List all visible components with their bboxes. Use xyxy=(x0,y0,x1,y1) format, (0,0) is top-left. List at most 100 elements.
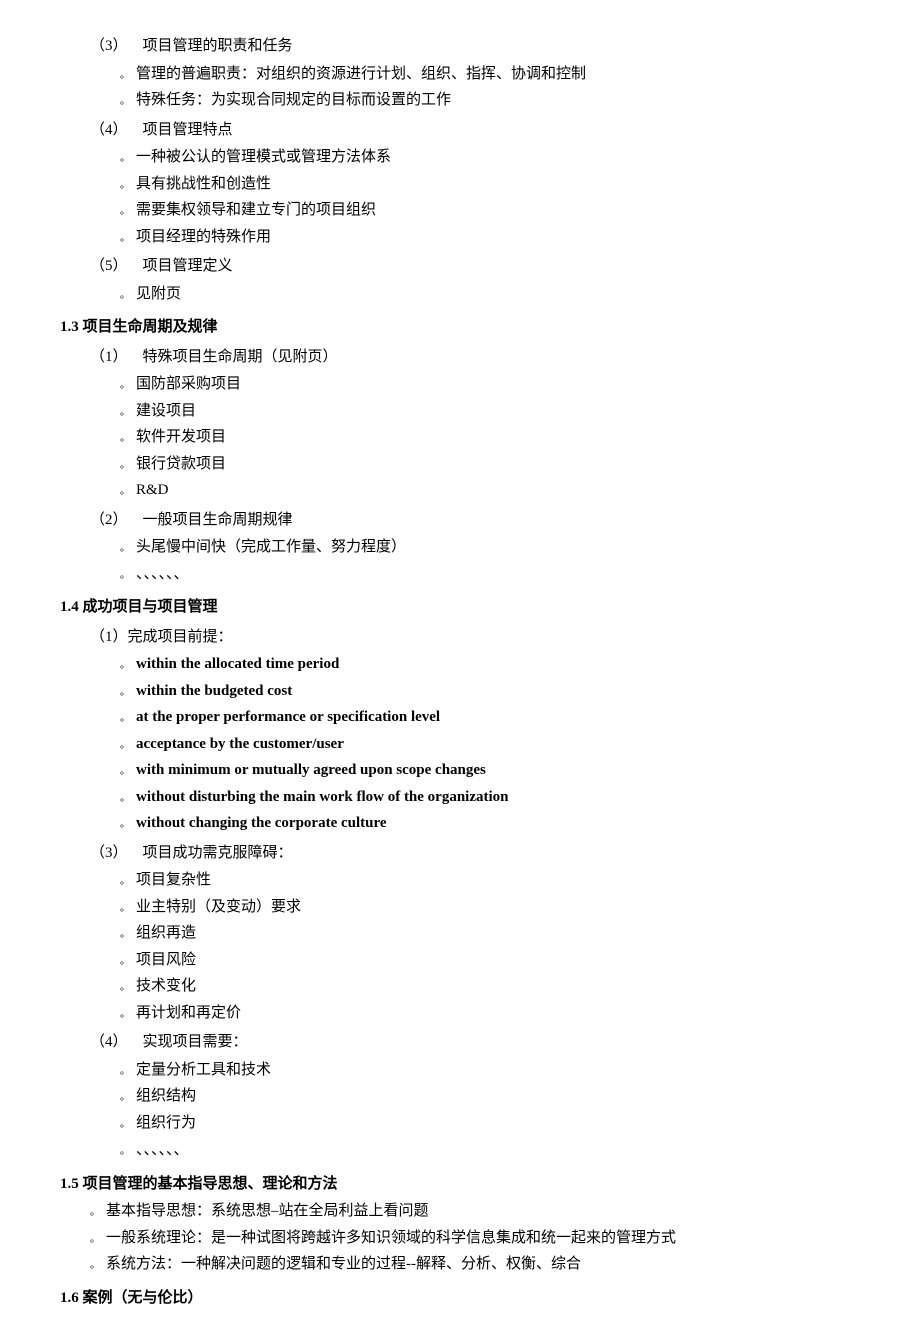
bullet-icon: 。 xyxy=(90,1231,100,1248)
section-1-5-item-1: 。 基本指导思想：系统思想–站在全局利益上看问题 xyxy=(90,1199,870,1225)
section-3-item-2-text: 特殊任务：为实现合同规定的目标而设置的工作 xyxy=(136,88,870,114)
section-4-title: 项目管理特点 xyxy=(143,122,233,138)
section-1-4-sub3-title: 项目成功需克服障碍： xyxy=(143,845,293,861)
section-1-3-sub1-heading: （1） 特殊项目生命周期（见附页） xyxy=(90,345,870,371)
section-1-4-sub4-heading: （4） 实现项目需要： xyxy=(90,1030,870,1056)
section-4-item-3: 。 需要集权领导和建立专门的项目组织 xyxy=(120,198,870,224)
section-1-4-sub1-item-5-text: with minimum or mutually agreed upon sco… xyxy=(136,758,870,784)
document-content: （3） 项目管理的职责和任务 。 管理的普遍职责：对组织的资源进行计划、组织、指… xyxy=(60,34,870,1311)
section-4-item-2-text: 具有挑战性和创造性 xyxy=(136,172,870,198)
section-1-4-sub3-item-5: 。 技术变化 xyxy=(120,974,870,1000)
bullet-icon: 。 xyxy=(120,67,130,84)
bullet-icon: 。 xyxy=(120,483,130,500)
section-1-4-ellipsis: 。 、、、、、、 xyxy=(120,1138,870,1164)
section-1-3-sub1-item-4: 。 银行贷款项目 xyxy=(120,452,870,478)
section-1-4-sub3-item-4-text: 项目风险 xyxy=(136,948,870,974)
section-1-4-sub4-label: （4） xyxy=(90,1034,128,1050)
section-1-4-sub1-heading: （1）完成项目前提： xyxy=(90,625,870,651)
section-1-4-sub3: （3） 项目成功需克服障碍： 。 项目复杂性 。 业主特别（及变动）要求 。 组… xyxy=(60,841,870,1027)
section-1-4-sub4-item-1-text: 定量分析工具和技术 xyxy=(136,1058,870,1084)
section-1-3-sub2-item-1-text: 头尾慢中间快（完成工作量、努力程度） xyxy=(136,535,870,561)
section-1-3-sub1-item-2-text: 建设项目 xyxy=(136,399,870,425)
bullet-icon: 。 xyxy=(120,1089,130,1106)
bullet-icon: 。 xyxy=(120,900,130,917)
section-1-3-sub2-ellipsis: 、、、、、、 xyxy=(136,562,870,588)
bullet-icon: 。 xyxy=(120,457,130,474)
section-1-4-sub1-item-6: 。 without disturbing the main work flow … xyxy=(120,785,870,811)
section-4-item-1: 。 一种被公认的管理模式或管理方法体系 xyxy=(120,145,870,171)
section-1-3-sub1-item-1-text: 国防部采购项目 xyxy=(136,372,870,398)
bullet-icon: 。 xyxy=(120,790,130,807)
bullet-icon: 。 xyxy=(120,1143,130,1160)
section-1-4-sub3-item-6-text: 再计划和再定价 xyxy=(136,1001,870,1027)
section-5-label: （5） xyxy=(90,258,128,274)
section-1-4-sub1-item-3-text: at the proper performance or specificati… xyxy=(136,705,870,731)
section-1-3-sub2-title: 一般项目生命周期规律 xyxy=(143,512,293,528)
section-1-3-sub1-item-3: 。 软件开发项目 xyxy=(120,425,870,451)
bullet-icon: 。 xyxy=(120,287,130,304)
section-1-4-sub1-item-2-text: within the budgeted cost xyxy=(136,679,870,705)
section-1-4-sub3-label: （3） xyxy=(90,845,128,861)
section-1-3-sub2-item-1: 。 头尾慢中间快（完成工作量、努力程度） xyxy=(120,535,870,561)
section-1-3-sub2-heading: （2） 一般项目生命周期规律 xyxy=(90,508,870,534)
bullet-icon: 。 xyxy=(120,1063,130,1080)
section-1-4-sub4-item-1: 。 定量分析工具和技术 xyxy=(120,1058,870,1084)
bullet-icon: 。 xyxy=(120,763,130,780)
section-1-4-ellipsis-text: 、、、、、、 xyxy=(136,1138,870,1164)
section-5-title: 项目管理定义 xyxy=(143,258,233,274)
bullet-icon: 。 xyxy=(120,873,130,890)
section-1-3-heading: 1.3 项目生命周期及规律 xyxy=(60,315,870,341)
bullet-icon: 。 xyxy=(120,979,130,996)
section-5-item-1-text: 见附页 xyxy=(136,282,870,308)
section-1-5-item-3: 。 系统方法：一种解决问题的逻辑和专业的过程--解释、分析、权衡、综合 xyxy=(90,1252,870,1278)
section-1-5-heading: 1.5 项目管理的基本指导思想、理论和方法 xyxy=(60,1172,870,1198)
section-1-3-sub1-item-3-text: 软件开发项目 xyxy=(136,425,870,451)
section-1-4-sub4-item-2-text: 组织结构 xyxy=(136,1084,870,1110)
section-4-heading: （4） 项目管理特点 xyxy=(90,118,870,144)
bullet-icon: 。 xyxy=(120,203,130,220)
section-1-4-sub4-item-2: 。 组织结构 xyxy=(120,1084,870,1110)
section-1-4-sub4-item-3: 。 组织行为 xyxy=(120,1111,870,1137)
bullet-icon: 。 xyxy=(120,737,130,754)
section-1-4-heading: 1.4 成功项目与项目管理 xyxy=(60,595,870,621)
section-1-3-sub1-item-4-text: 银行贷款项目 xyxy=(136,452,870,478)
section-1-3-sub1-title: 特殊项目生命周期（见附页） xyxy=(143,349,338,365)
section-3: （3） 项目管理的职责和任务 。 管理的普遍职责：对组织的资源进行计划、组织、指… xyxy=(60,34,870,114)
section-4-item-3-text: 需要集权领导和建立专门的项目组织 xyxy=(136,198,870,224)
bullet-icon: 。 xyxy=(120,953,130,970)
bullet-icon: 。 xyxy=(120,150,130,167)
section-1-4-sub3-item-2-text: 业主特别（及变动）要求 xyxy=(136,895,870,921)
section-1-4-sub3-item-2: 。 业主特别（及变动）要求 xyxy=(120,895,870,921)
bullet-icon: 。 xyxy=(120,93,130,110)
bullet-icon: 。 xyxy=(120,404,130,421)
section-3-item-1: 。 管理的普遍职责：对组织的资源进行计划、组织、指挥、协调和控制 xyxy=(120,62,870,88)
bullet-icon: 。 xyxy=(120,230,130,247)
section-5: （5） 项目管理定义 。 见附页 xyxy=(60,254,870,307)
section-1-5-item-2-text: 一般系统理论：是一种试图将跨越许多知识领域的科学信息集成和统一起来的管理方式 xyxy=(106,1226,870,1252)
section-1-3-sub1-item-1: 。 国防部采购项目 xyxy=(120,372,870,398)
bullet-icon: 。 xyxy=(120,1116,130,1133)
section-1-4-sub1-item-2: 。 within the budgeted cost xyxy=(120,679,870,705)
section-1-4-sub1-label: （1）完成项目前提： xyxy=(90,629,233,645)
section-1-3-sub1-label: （1） xyxy=(90,349,128,365)
bullet-icon: 。 xyxy=(120,1006,130,1023)
section-4-label: （4） xyxy=(90,122,128,138)
section-4-item-4: 。 项目经理的特殊作用 xyxy=(120,225,870,251)
section-3-title: 项目管理的职责和任务 xyxy=(143,38,293,54)
section-1-4-sub4-title: 实现项目需要： xyxy=(143,1034,248,1050)
section-1-4-sub1-item-4-text: acceptance by the customer/user xyxy=(136,732,870,758)
section-3-label: （3） xyxy=(90,38,128,54)
section-1-3: 1.3 项目生命周期及规律 （1） 特殊项目生命周期（见附页） 。 国防部采购项… xyxy=(60,315,870,587)
section-1-6: 1.6 案例（无与伦比） xyxy=(60,1286,870,1312)
section-1-3-sub1: （1） 特殊项目生命周期（见附页） 。 国防部采购项目 。 建设项目 。 软件开… xyxy=(60,345,870,504)
section-1-4-sub3-item-1-text: 项目复杂性 xyxy=(136,868,870,894)
section-1-4-sub3-item-3-text: 组织再造 xyxy=(136,921,870,947)
section-4-item-4-text: 项目经理的特殊作用 xyxy=(136,225,870,251)
section-1-3-sub2-item-2: 。 、、、、、、 xyxy=(120,562,870,588)
bullet-icon: 。 xyxy=(120,567,130,584)
section-1-5-item-1-text: 基本指导思想：系统思想–站在全局利益上看问题 xyxy=(106,1199,870,1225)
bullet-icon: 。 xyxy=(120,684,130,701)
section-1-4-sub4: （4） 实现项目需要： 。 定量分析工具和技术 。 组织结构 。 组织行为 xyxy=(60,1030,870,1136)
section-1-3-sub1-item-2: 。 建设项目 xyxy=(120,399,870,425)
bullet-icon: 。 xyxy=(120,816,130,833)
